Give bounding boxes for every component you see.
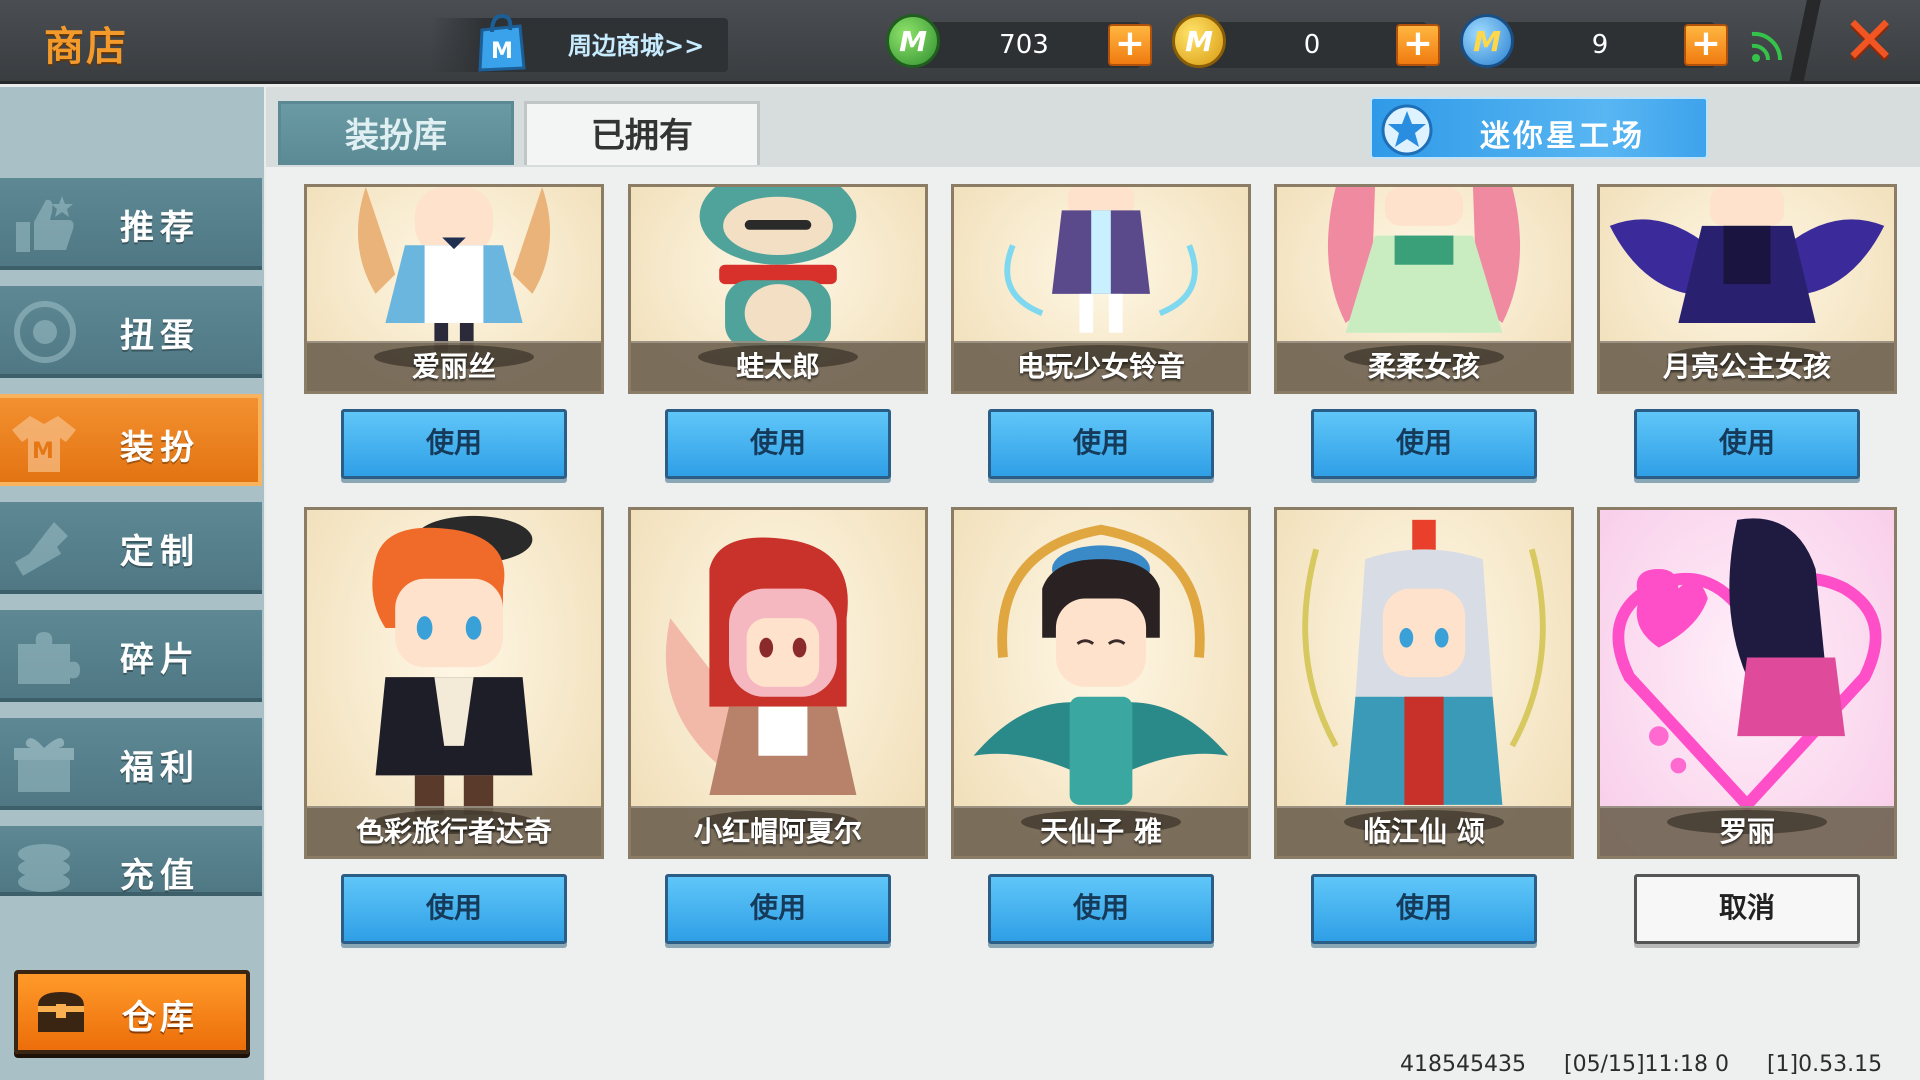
use-button[interactable]: 使用 (665, 409, 891, 479)
svg-text:M: M (32, 439, 54, 464)
sidebar-item-label: 充值 (120, 856, 200, 896)
skin-card[interactable]: 爱丽丝 (304, 184, 604, 394)
sidebar-item-label: 定制 (120, 532, 200, 572)
skin-name: 爱丽丝 (411, 350, 496, 383)
use-button[interactable]: 使用 (988, 409, 1214, 479)
use-button[interactable]: 使用 (341, 409, 567, 479)
pencil-ruler-icon (14, 522, 68, 576)
sidebar-item-label: 推荐 (120, 208, 200, 248)
skin-name: 月亮公主女孩 (1662, 350, 1831, 383)
tab-strip: 装扮库 已拥有 迷你星工场 (266, 87, 1920, 167)
sidebar-item-outfit[interactable]: M 装扮 (0, 394, 262, 486)
use-button[interactable]: 使用 (341, 874, 567, 944)
skin-name: 蛙太郎 (735, 350, 820, 383)
skin-name: 小红帽阿夏尔 (693, 815, 862, 848)
version: [1]0.53.15 (1766, 1052, 1883, 1077)
timestamp: [05/15]11:18 0 (1563, 1052, 1729, 1077)
skin-card[interactable]: 电玩少女铃音 (951, 184, 1251, 394)
sidebar-item-label: 装扮 (120, 428, 200, 468)
warehouse-label: 仓库 (122, 998, 198, 1038)
use-button[interactable]: 使用 (665, 874, 891, 944)
coin-stack-icon (18, 844, 70, 892)
sidebar-item-label: 碎片 (120, 640, 200, 680)
sidebar-item-label: 福利 (120, 748, 200, 788)
star-badge-icon (1381, 104, 1433, 156)
character-portrait (1612, 518, 1882, 814)
use-button[interactable]: 使用 (988, 874, 1214, 944)
tab-owned[interactable]: 已拥有 (524, 101, 760, 165)
use-button[interactable]: 使用 (1634, 409, 1860, 479)
gold-m-coin-icon: M (1172, 14, 1226, 68)
treasure-chest-icon (38, 992, 84, 1032)
skin-name: 天仙子 雅 (1040, 815, 1162, 848)
mini-workshop-label: 迷你星工场 (1480, 119, 1645, 154)
green-m-coin-icon: M (886, 14, 940, 68)
skin-card[interactable]: 临江仙 颂 (1274, 507, 1574, 859)
skin-name: 临江仙 颂 (1363, 815, 1485, 848)
gift-box-icon (14, 738, 74, 792)
sidebar-item-fragments[interactable]: 碎片 (0, 610, 262, 702)
thumbs-up-icon (16, 196, 74, 252)
sidebar-item-welfare[interactable]: 福利 (0, 718, 262, 810)
topbar-divider (1789, 0, 1821, 84)
skin-card[interactable]: 蛙太郎 (628, 184, 928, 394)
user-id: 418545435 (1400, 1052, 1526, 1077)
skin-name: 色彩旅行者达奇 (355, 815, 552, 848)
top-bar: 商店 M 周边商城>> M 703 + M 0 + M 9 + ✕ (0, 0, 1920, 84)
sidebar-item-recharge[interactable]: 充值 (0, 826, 262, 896)
gacha-capsule-icon (14, 301, 76, 363)
character-portrait (372, 515, 533, 815)
skin-card[interactable]: 天仙子 雅 (951, 507, 1251, 859)
use-button[interactable]: 使用 (1311, 409, 1537, 479)
blue-m-coin-icon: M (1460, 14, 1514, 68)
character-portrait (1302, 519, 1546, 805)
sidebar-item-recommend[interactable]: 推荐 (0, 178, 262, 270)
cancel-button[interactable]: 取消 (1634, 874, 1860, 944)
shopping-bag-icon: M (478, 13, 526, 72)
merch-mall-label[interactable]: 周边商城>> (568, 26, 704, 61)
skin-name: 罗丽 (1718, 815, 1775, 848)
sidebar-item-custom[interactable]: 定制 (0, 502, 262, 594)
skin-card[interactable]: 柔柔女孩 (1274, 184, 1574, 394)
debug-info: 418545435 [05/15]11:18 0 [1]0.53.15 (1400, 1052, 1920, 1077)
svg-text:M: M (491, 39, 513, 64)
character-portrait (973, 524, 1229, 805)
point-balance: 9 (1591, 30, 1609, 60)
add-bean-button[interactable]: + (1108, 24, 1152, 66)
bean-balance: 703 (999, 30, 1049, 60)
skin-card[interactable]: 月亮公主女孩 (1597, 184, 1897, 394)
puzzle-piece-icon (18, 632, 80, 684)
character-portrait (665, 537, 857, 796)
page-title: 商店 (44, 24, 128, 70)
skin-name: 柔柔女孩 (1367, 350, 1480, 383)
warehouse-button[interactable]: 仓库 (14, 970, 250, 1054)
tab-outfit-library[interactable]: 装扮库 (278, 101, 514, 165)
skin-card[interactable]: 色彩旅行者达奇 (304, 507, 604, 859)
wifi-signal-icon (1751, 31, 1783, 62)
shirt-icon: M (12, 416, 76, 472)
skin-card[interactable]: 罗丽 (1597, 507, 1897, 859)
add-coin-button[interactable]: + (1396, 24, 1440, 66)
sidebar-item-label: 扭蛋 (120, 316, 200, 356)
add-point-button[interactable]: + (1684, 24, 1728, 66)
mini-workshop-button[interactable]: 迷你星工场 (1370, 97, 1708, 159)
sidebar-item-gacha[interactable]: 扭蛋 (0, 286, 262, 378)
skin-name: 电玩少女铃音 (1016, 350, 1185, 383)
close-icon[interactable]: ✕ (1842, 8, 1897, 74)
use-button[interactable]: 使用 (1311, 874, 1537, 944)
coin-balance: 0 (1303, 30, 1321, 60)
skin-card[interactable]: 小红帽阿夏尔 (628, 507, 928, 859)
